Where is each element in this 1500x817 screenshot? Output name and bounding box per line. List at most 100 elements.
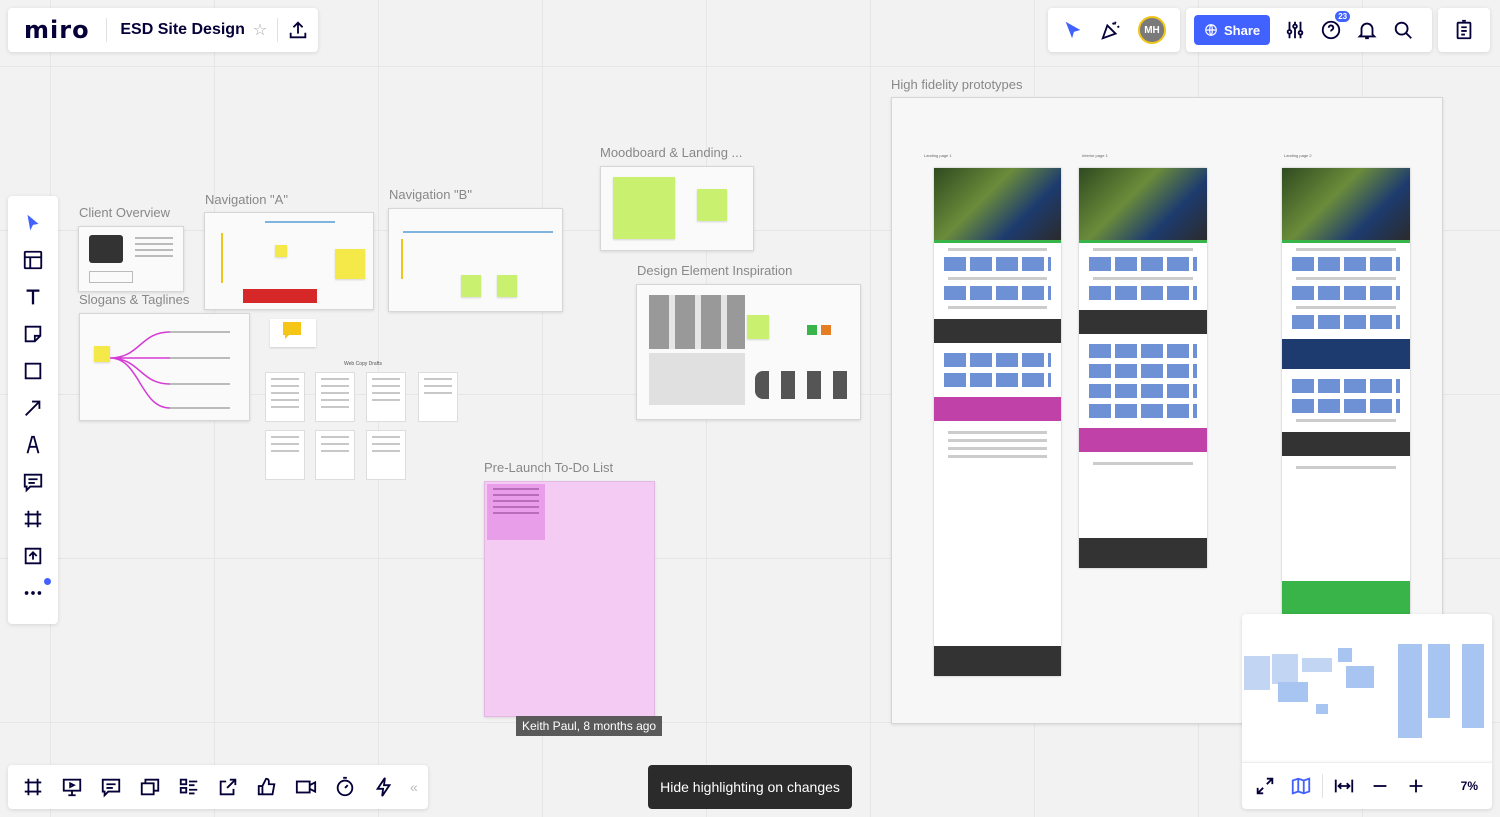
collapse-toolbar-icon[interactable]: « [410, 779, 418, 795]
frame-navigation-b[interactable] [388, 208, 563, 312]
plus-icon [1409, 779, 1423, 793]
comment-icon [283, 322, 301, 339]
zoom-in-button[interactable] [1401, 771, 1431, 801]
minimap-object [1462, 644, 1484, 728]
export-board-button[interactable] [278, 8, 318, 52]
frame-label-navigation-b[interactable]: Navigation "B" [389, 187, 472, 202]
comments-button[interactable] [92, 769, 129, 805]
share-button[interactable]: Share [1194, 15, 1271, 45]
board-title[interactable]: ESD Site Design [106, 21, 252, 39]
upload-tool[interactable] [13, 537, 53, 574]
icon-samples [755, 371, 855, 399]
sticky-note[interactable] [275, 245, 287, 257]
templates-icon [23, 250, 43, 269]
minimap[interactable] [1242, 614, 1492, 762]
mindmap-lines [109, 331, 230, 409]
voting-button[interactable] [248, 769, 285, 805]
sticky-note[interactable] [461, 275, 481, 297]
board-header: miro ESD Site Design ☆ [8, 8, 318, 52]
frame-design-elements[interactable] [636, 284, 861, 420]
presentation-button[interactable] [53, 769, 90, 805]
document[interactable] [315, 430, 355, 480]
interior-page-1-mockup[interactable] [1079, 168, 1207, 568]
comment-tool[interactable] [13, 463, 53, 500]
frame-todo[interactable] [484, 481, 655, 717]
minimap-object [1316, 704, 1328, 714]
avatar[interactable]: MH [1138, 16, 1166, 44]
minimap-toggle-button[interactable] [1286, 771, 1316, 801]
document[interactable] [366, 372, 406, 422]
kanban-button[interactable] [170, 769, 207, 805]
comment-bubble[interactable] [270, 319, 316, 347]
shape-tool[interactable] [13, 352, 53, 389]
activity-button[interactable] [1438, 8, 1490, 52]
fit-to-screen-button[interactable] [1329, 771, 1359, 801]
header-mockup [243, 289, 317, 303]
apps-button[interactable] [365, 769, 402, 805]
upload-icon [24, 547, 42, 564]
more-icon [24, 590, 42, 595]
document[interactable] [418, 372, 458, 422]
cards-button[interactable] [131, 769, 168, 805]
sticky-note[interactable] [497, 275, 517, 297]
inspiration-images [649, 295, 745, 349]
document[interactable] [315, 372, 355, 422]
frame-label-client-overview[interactable]: Client Overview [79, 205, 170, 220]
sticky-note[interactable] [697, 189, 727, 221]
frame-label-navigation-a[interactable]: Navigation "A" [205, 192, 288, 207]
sticky-note[interactable] [335, 249, 365, 279]
share-panel: Share 23 [1186, 8, 1432, 52]
star-icon[interactable]: ☆ [253, 20, 267, 40]
fullscreen-button[interactable] [1250, 771, 1280, 801]
video-chat-button[interactable] [287, 769, 324, 805]
timer-button[interactable] [326, 769, 363, 805]
follow-cursor-button[interactable] [1062, 19, 1084, 41]
frame-moodboard[interactable] [600, 166, 754, 251]
notifications-button[interactable] [1356, 19, 1378, 41]
frame-navigation-a[interactable] [204, 212, 374, 310]
celebrate-button[interactable] [1100, 19, 1122, 41]
sitemap-line [403, 231, 553, 233]
select-tool[interactable] [13, 204, 53, 241]
sticky-note[interactable] [747, 315, 769, 339]
frame-label-moodboard[interactable]: Moodboard & Landing ... [600, 145, 742, 160]
zoom-out-button[interactable] [1365, 771, 1395, 801]
search-button[interactable] [1392, 19, 1414, 41]
frame-tool[interactable] [13, 500, 53, 537]
document[interactable] [366, 430, 406, 480]
frame-client-overview[interactable] [78, 226, 184, 292]
text-tool[interactable] [13, 278, 53, 315]
kanban-icon [179, 778, 197, 795]
frame-label-design-elements[interactable]: Design Element Inspiration [637, 263, 792, 278]
landing-page-2-mockup[interactable] [1282, 168, 1410, 615]
frames-button[interactable] [14, 769, 51, 805]
sticky-note-icon [24, 325, 42, 342]
export-icon [219, 778, 236, 796]
frame-label-todo[interactable]: Pre-Launch To-Do List [484, 460, 613, 475]
swatch-green [807, 325, 817, 335]
templates-tool[interactable] [13, 241, 53, 278]
board-settings-button[interactable] [1284, 19, 1306, 41]
help-button[interactable]: 23 [1320, 11, 1351, 41]
document[interactable] [265, 430, 305, 480]
connector-tool[interactable] [13, 389, 53, 426]
miro-logo[interactable]: miro [8, 16, 106, 44]
minimap-object [1272, 654, 1298, 684]
shape-icon [24, 362, 42, 379]
frame-slogans[interactable] [79, 313, 250, 421]
sticky-note-tool[interactable] [13, 315, 53, 352]
connector-icon [25, 400, 41, 416]
select-icon [27, 214, 39, 230]
landing-page-1-mockup[interactable] [934, 168, 1061, 676]
pen-tool[interactable] [13, 426, 53, 463]
minimap-object [1338, 648, 1352, 662]
frame-label-prototypes[interactable]: High fidelity prototypes [891, 77, 1023, 92]
minimap-object [1244, 656, 1270, 690]
hide-highlighting-button[interactable]: Hide highlighting on changes [648, 765, 852, 809]
frame-label-slogans[interactable]: Slogans & Taglines [79, 292, 189, 307]
sitemap-branch [401, 239, 461, 279]
document[interactable] [265, 372, 305, 422]
share-screen-button[interactable] [209, 769, 246, 805]
sticky-note[interactable] [613, 177, 675, 239]
zoom-level[interactable]: 7% [1461, 779, 1484, 793]
